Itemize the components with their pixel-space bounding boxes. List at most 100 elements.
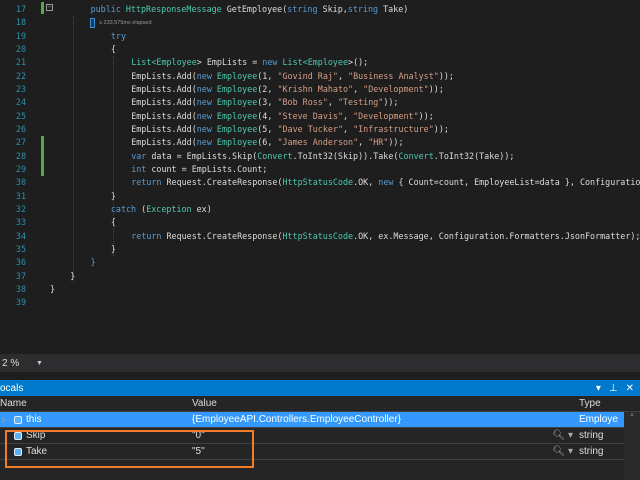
code-token: Convert — [257, 150, 293, 161]
column-type[interactable]: Type — [579, 398, 624, 409]
code-token: List< — [282, 57, 308, 68]
code-token: , — [327, 97, 338, 108]
chevron-down-icon[interactable]: ▼ — [36, 360, 43, 367]
highlight-box — [5, 430, 254, 468]
perf-tip-text: ≤ 233,575ms elapsed — [99, 20, 152, 26]
variable-value: {EmployeeAPI.Controllers.EmployeeControl… — [192, 414, 401, 425]
code-token: "James Anderson" — [277, 137, 359, 148]
code-line: } — [111, 244, 116, 254]
indent-guide — [73, 16, 74, 282]
code-token: >(); — [348, 57, 369, 68]
close-icon[interactable]: ✕ — [626, 383, 634, 394]
code-token: , — [358, 137, 369, 148]
code-token: "Development" — [363, 83, 429, 94]
code-token: "Testing" — [337, 97, 384, 108]
code-token: GetEmployee( — [221, 4, 288, 14]
code-token: "Infrastructure" — [353, 123, 434, 134]
code-line: public HttpResponseMessage GetEmployee(s… — [91, 4, 409, 14]
code-token: (3, — [257, 97, 278, 108]
code-token: } — [70, 270, 76, 281]
code-token: )); — [438, 70, 454, 81]
code-line: } — [111, 191, 116, 201]
perf-tip[interactable]: ≤ 233,575ms elapsed — [90, 18, 152, 28]
line-number: 32 — [15, 203, 26, 214]
code-token: new — [196, 97, 217, 108]
code-token: HttpStatusCode — [282, 177, 354, 188]
locals-row[interactable]: ▷ this {EmployeeAPI.Controllers.EmployeeCo… — [0, 412, 640, 428]
column-value[interactable]: Value — [192, 398, 579, 409]
line-number: 19 — [15, 30, 26, 41]
line-number: 39 — [15, 297, 26, 308]
line-number: 17 — [15, 4, 26, 14]
code-token: Skip, — [317, 4, 348, 14]
code-token: Convert — [398, 150, 434, 161]
code-token: string — [347, 4, 379, 14]
line-number: 23 — [15, 83, 26, 94]
line-number: 37 — [15, 270, 26, 281]
code-token: "Development" — [353, 110, 419, 121]
code-token: )); — [388, 137, 404, 148]
pin-icon[interactable]: ⊥ — [609, 383, 618, 394]
code-line: EmpLists.Add(new Employee(3, "Bob Ross",… — [131, 97, 398, 107]
line-number: 31 — [15, 190, 26, 201]
code-token: ex) — [191, 203, 212, 214]
code-line: EmpLists.Add(new Employee(4, "Steve Davi… — [131, 111, 434, 121]
line-number: 33 — [15, 217, 26, 228]
code-token: (1, — [257, 70, 278, 81]
code-token: Employee — [216, 110, 258, 121]
column-name[interactable]: Name — [0, 398, 192, 409]
code-token: EmpLists.Add( — [131, 70, 197, 81]
code-line: EmpLists.Add(new Employee(2, "Krishn Mah… — [131, 84, 444, 94]
code-token: .ToInt32(Take)); — [433, 150, 515, 161]
code-token: } — [50, 283, 56, 294]
variable-icon — [14, 415, 22, 424]
magnifier-icon[interactable]: 🔍︎ ▾ — [553, 446, 574, 457]
line-number: 20 — [15, 43, 26, 54]
code-token: int — [131, 163, 152, 174]
line-number: 36 — [15, 257, 26, 268]
collapse-icon[interactable]: − — [46, 4, 53, 11]
code-editor[interactable]: − ≤ 233,575ms elapsed 17 public HttpRespo… — [0, 0, 640, 352]
line-number: 38 — [15, 283, 26, 294]
change-marker — [41, 136, 44, 176]
expand-icon[interactable]: ▷ — [0, 416, 10, 424]
code-token: .OK, ex.Message, Configuration.Formatter… — [353, 230, 640, 241]
code-token: Employee — [216, 83, 258, 94]
code-token: Employee — [216, 123, 258, 134]
code-token: > EmpLists = — [196, 57, 263, 68]
magnifier-icon[interactable]: 🔍︎ ▾ — [553, 430, 574, 441]
code-token: return — [131, 230, 167, 241]
code-token: string — [287, 4, 318, 14]
scrollbar[interactable]: ▲ — [624, 412, 640, 480]
code-token: EmpLists.Add( — [131, 110, 197, 121]
line-number: 28 — [15, 150, 26, 161]
code-token: new — [196, 137, 217, 148]
code-token: Request.CreateResponse( — [166, 177, 283, 188]
code-token: public — [90, 4, 126, 14]
code-token: )); — [428, 83, 444, 94]
code-token: HttpResponseMessage — [125, 4, 222, 14]
code-token: new — [196, 83, 217, 94]
code-line: } — [50, 284, 55, 294]
code-line: EmpLists.Add(new Employee(5, "Dave Tucke… — [131, 124, 449, 134]
code-token: , — [337, 70, 349, 81]
code-token: (4, — [257, 110, 278, 121]
code-token: data = EmpLists.Skip( — [151, 150, 258, 161]
line-number: 22 — [15, 70, 26, 81]
line-number: 24 — [15, 97, 26, 108]
code-token: new — [378, 177, 399, 188]
code-token: Employee — [307, 57, 349, 68]
brace-highlight — [90, 18, 95, 28]
code-token: HttpStatusCode — [282, 230, 354, 241]
code-line: try — [111, 31, 126, 41]
dropdown-icon[interactable]: ▾ — [596, 383, 601, 394]
code-token: var — [131, 150, 152, 161]
code-line: List<Employee> EmpLists = new List<Emplo… — [131, 57, 368, 67]
zoom-level[interactable]: 2 % — [0, 358, 36, 369]
code-line: } — [91, 257, 96, 267]
code-token: EmpLists.Add( — [131, 123, 197, 134]
line-number: 34 — [15, 230, 26, 241]
value-cell[interactable]: {EmployeeAPI.Controllers.EmployeeControl… — [192, 414, 579, 425]
code-token: catch — [110, 203, 142, 214]
change-marker — [41, 2, 44, 14]
